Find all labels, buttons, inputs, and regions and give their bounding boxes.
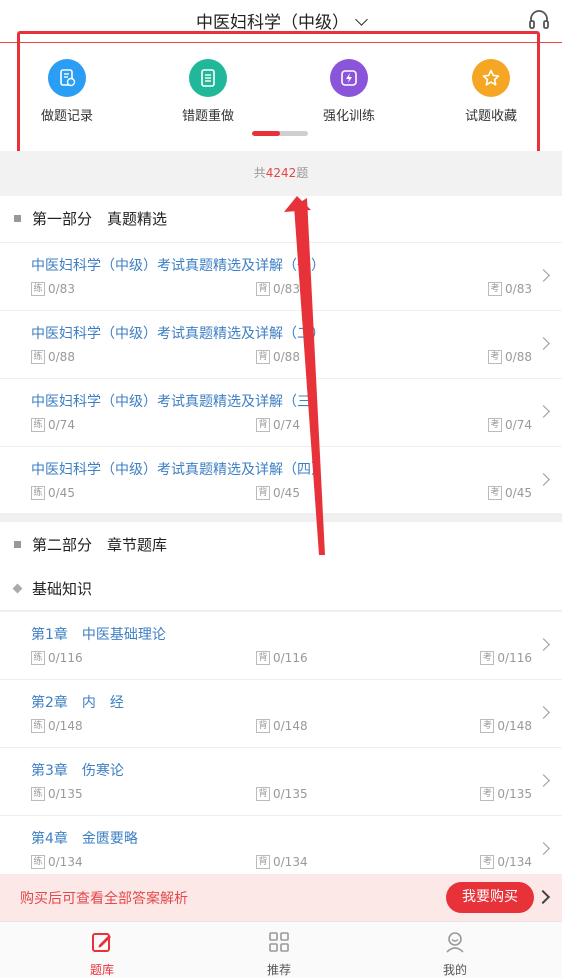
- recite-count: 背 0/45: [256, 486, 300, 500]
- chevron-right-icon: [537, 706, 550, 719]
- list-item[interactable]: 中医妇科学（中级）考试真题精选及详解（四） 练 0/45 背 0/45 考 0/45: [0, 446, 562, 514]
- lightning-icon: [330, 59, 368, 97]
- quick-action-label: 强化训练: [322, 109, 375, 124]
- recite-count: 背 0/134: [256, 855, 308, 869]
- practice-record-icon: [48, 59, 86, 97]
- square-bullet-icon: [14, 541, 21, 548]
- list-item[interactable]: 第2章 内 经 练 0/148 背 0/148 考 0/148: [0, 679, 562, 747]
- recite-count: 背 0/135: [256, 787, 308, 801]
- subsection-header: 基础知识: [0, 567, 562, 611]
- subsection-title: 基础知识: [32, 580, 93, 598]
- quick-action-label: 试题收藏: [464, 109, 517, 124]
- practice-count: 练 0/74: [31, 418, 75, 432]
- item-title: 中医妇科学（中级）考试真题精选及详解（一）: [31, 258, 325, 274]
- intensive-training-button[interactable]: 强化训练: [294, 59, 404, 124]
- tab-recommend[interactable]: 推荐: [239, 930, 319, 978]
- section-header: 第二部分 章节题库: [0, 522, 562, 568]
- item-title: 第3章 伤寒论: [31, 763, 124, 779]
- tab-label: 推荐: [266, 963, 291, 977]
- section-title: 第一部分 真题精选: [32, 210, 168, 228]
- tab-label: 我的: [442, 963, 467, 977]
- bottom-tab-bar: 题库 推荐 我的: [0, 921, 562, 978]
- total-count: 共4242题: [0, 151, 562, 196]
- exam-count: 考 0/134: [480, 855, 532, 869]
- practice-count: 练 0/148: [31, 719, 83, 733]
- list-item[interactable]: 第3章 伤寒论 练 0/135 背 0/135 考 0/135: [0, 747, 562, 815]
- total-number: 4242: [265, 166, 297, 180]
- wrong-redo-button[interactable]: 错题重做: [153, 59, 263, 124]
- purchase-banner: 购买后可查看全部答案解析 我要购买: [0, 874, 562, 921]
- chevron-right-icon: [537, 842, 550, 855]
- recite-count: 背 0/83: [256, 282, 300, 296]
- chevron-right-icon: [537, 405, 550, 418]
- subject-title: 中医妇科学（中级）: [196, 13, 349, 33]
- exam-count: 考 0/148: [480, 719, 532, 733]
- list-item[interactable]: 中医妇科学（中级）考试真题精选及详解（三） 练 0/74 背 0/74 考 0/74: [0, 378, 562, 446]
- exam-count: 考 0/116: [480, 651, 532, 665]
- tab-mine[interactable]: 我的: [415, 930, 495, 978]
- item-title: 中医妇科学（中级）考试真题精选及详解（四）: [31, 462, 325, 478]
- buy-button[interactable]: 我要购买: [446, 882, 534, 913]
- app-header: 中医妇科学（中级）: [0, 0, 562, 40]
- list-item[interactable]: 中医妇科学（中级）考试真题精选及详解（一） 练 0/83 背 0/83 考 0/83: [0, 242, 562, 310]
- purchase-text: 购买后可查看全部答案解析: [20, 891, 188, 907]
- list-item[interactable]: 中医妇科学（中级）考试真题精选及详解（二） 练 0/88 背 0/88 考 0/88: [0, 310, 562, 378]
- item-title: 中医妇科学（中级）考试真题精选及详解（二）: [31, 326, 325, 342]
- chevron-right-icon: [537, 774, 550, 787]
- practice-count: 练 0/88: [31, 350, 75, 364]
- exam-count: 考 0/74: [488, 418, 532, 432]
- recite-count: 背 0/116: [256, 651, 308, 665]
- chevron-right-icon[interactable]: [535, 889, 551, 905]
- practice-count: 练 0/116: [31, 651, 83, 665]
- exam-count: 考 0/88: [488, 350, 532, 364]
- chevron-right-icon: [537, 473, 550, 486]
- practice-count: 练 0/134: [31, 855, 83, 869]
- chevron-right-icon: [537, 269, 550, 282]
- user-icon: [446, 932, 464, 953]
- chevron-right-icon: [537, 638, 550, 651]
- recite-count: 背 0/88: [256, 350, 300, 364]
- tab-question-bank[interactable]: 题库: [62, 930, 142, 978]
- section-header: 第一部分 真题精选: [0, 196, 562, 242]
- exam-count: 考 0/45: [488, 486, 532, 500]
- list-item[interactable]: 第4章 金匮要略 练 0/134 背 0/134 考 0/134: [0, 815, 562, 883]
- chevron-right-icon: [537, 337, 550, 350]
- edit-note-icon: [92, 933, 111, 952]
- list-item[interactable]: 第1章 中医基础理论 练 0/116 背 0/116 考 0/116: [0, 611, 562, 679]
- item-title: 第1章 中医基础理论: [31, 627, 166, 643]
- star-icon: [472, 59, 510, 97]
- quick-actions-panel: 做题记录 错题重做 强化训练 试题收藏: [0, 43, 562, 148]
- recite-count: 背 0/74: [256, 418, 300, 432]
- page-indicator: [252, 131, 308, 136]
- exam-count: 考 0/83: [488, 282, 532, 296]
- practice-count: 练 0/83: [31, 282, 75, 296]
- recite-count: 背 0/148: [256, 719, 308, 733]
- section-gap: [0, 513, 562, 522]
- square-bullet-icon: [14, 215, 21, 222]
- quick-action-label: 错题重做: [181, 109, 234, 124]
- grid-icon: [269, 932, 289, 952]
- tab-label: 题库: [89, 963, 114, 977]
- wrong-redo-icon: [189, 59, 227, 97]
- chevron-down-icon: [355, 13, 368, 26]
- item-title: 中医妇科学（中级）考试真题精选及详解（三）: [31, 394, 325, 410]
- practice-count: 练 0/135: [31, 787, 83, 801]
- practice-record-button[interactable]: 做题记录: [12, 59, 122, 124]
- section-title: 第二部分 章节题库: [32, 536, 168, 554]
- item-title: 第2章 内 经: [31, 695, 124, 711]
- practice-count: 练 0/45: [31, 486, 75, 500]
- favorites-button[interactable]: 试题收藏: [436, 59, 546, 124]
- exam-count: 考 0/135: [480, 787, 532, 801]
- headset-icon[interactable]: [528, 10, 550, 30]
- quick-action-label: 做题记录: [40, 109, 93, 124]
- diamond-bullet-icon: [12, 583, 23, 594]
- item-title: 第4章 金匮要略: [31, 831, 138, 847]
- subject-selector[interactable]: 中医妇科学（中级）: [0, 8, 562, 33]
